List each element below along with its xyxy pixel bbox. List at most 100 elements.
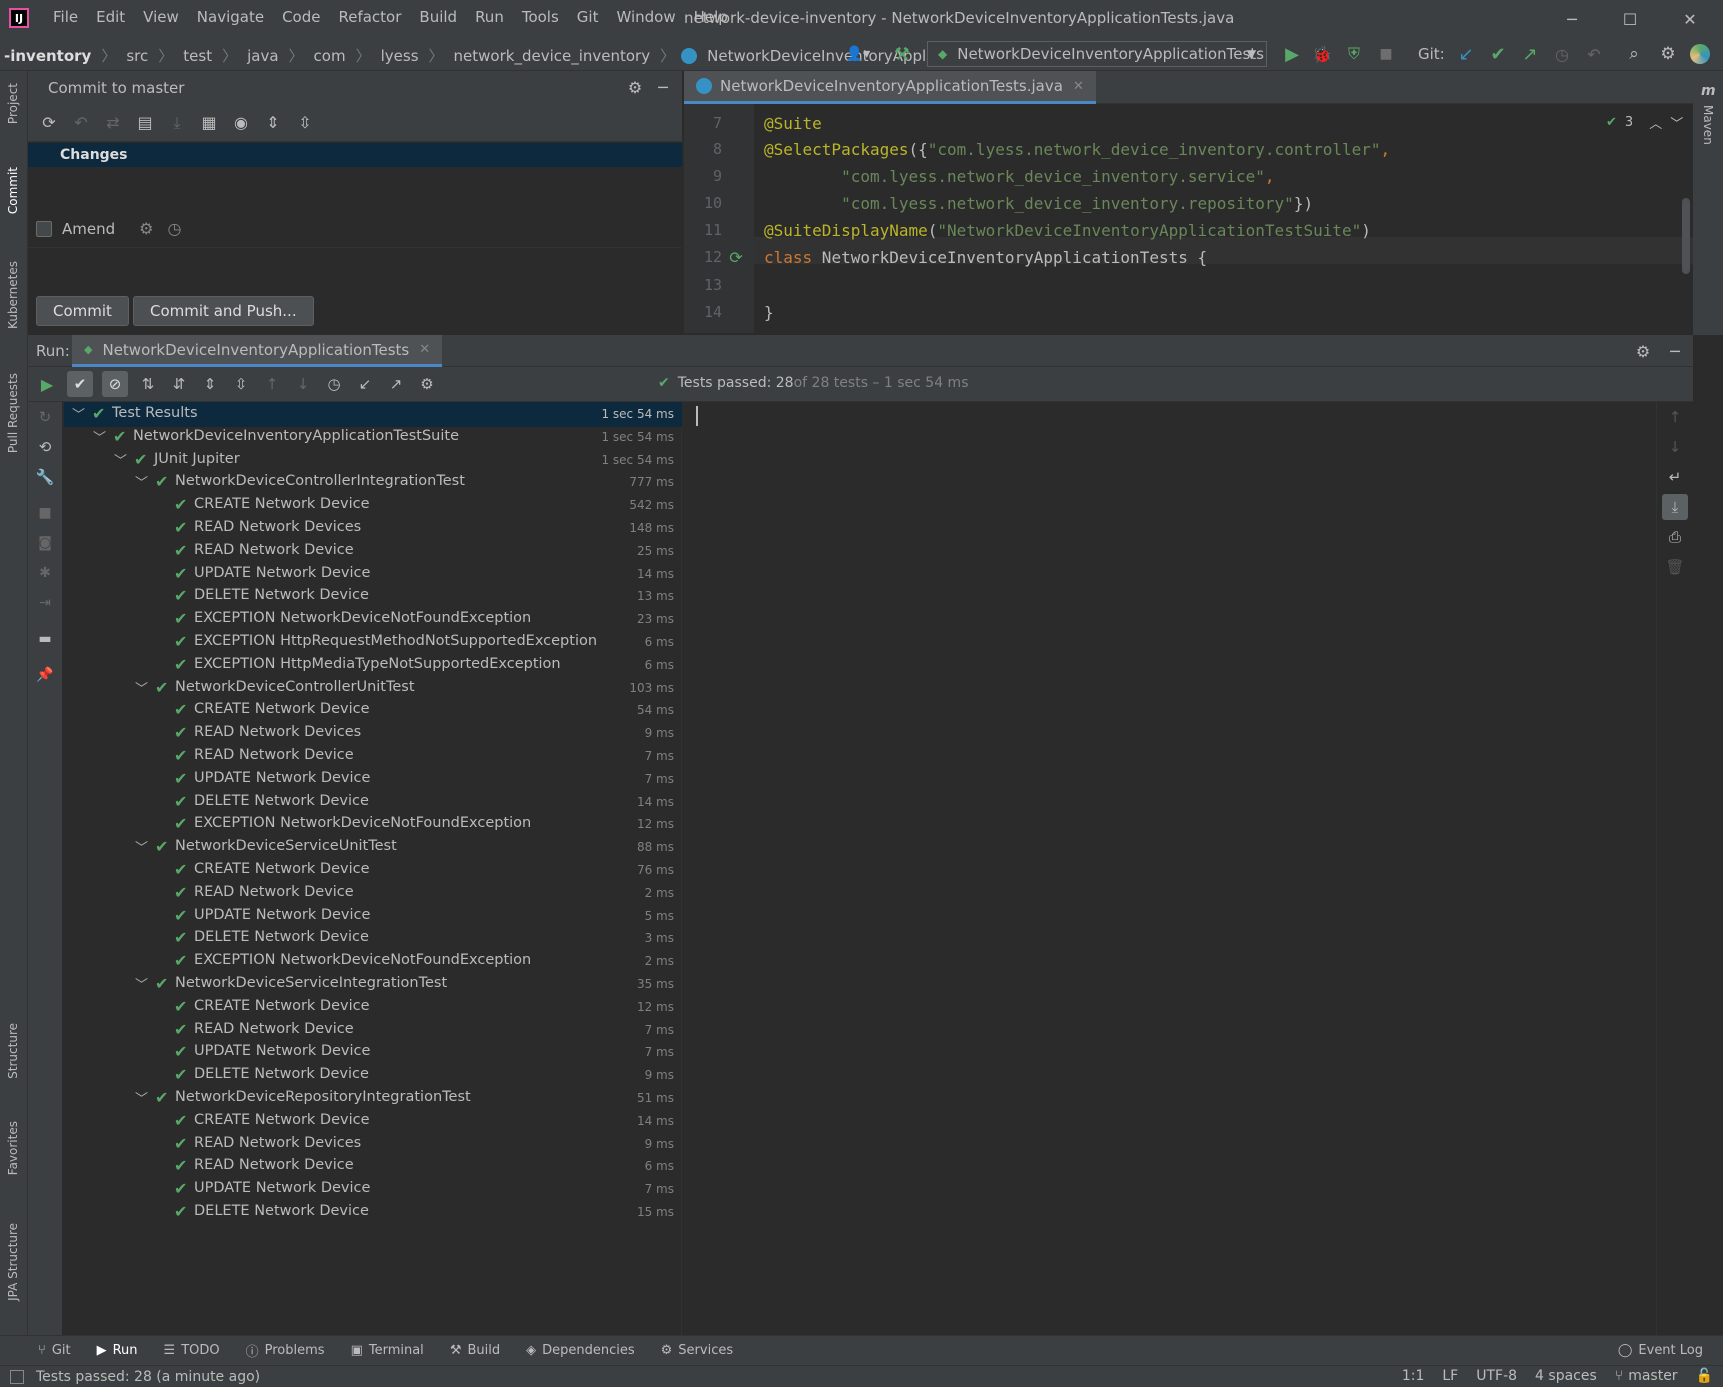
expand-all-icon[interactable]: ⇕ — [199, 375, 221, 393]
wrench-icon[interactable]: 🔧 — [34, 466, 56, 488]
test-case-row[interactable]: ✔ UPDATE Network Device 5 ms — [64, 904, 682, 929]
tool-kubernetes[interactable]: Kubernetes — [6, 261, 20, 329]
tool-dependencies[interactable]: ◈ Dependencies — [526, 1343, 635, 1358]
tool-commit[interactable]: Commit — [6, 167, 20, 214]
pin-icon[interactable]: 📌 — [34, 664, 56, 686]
test-suite-node[interactable]: ﹀ ✔ NetworkDeviceControllerIntegrationTest… — [64, 470, 682, 495]
test-case-row[interactable]: ✔ UPDATE Network Device 7 ms — [64, 767, 682, 792]
commit-options-gear-icon[interactable]: ⚙ — [139, 219, 153, 238]
test-case-row[interactable]: ✔ EXCEPTION HttpRequestMethodNotSupported… — [64, 630, 682, 655]
test-case-row[interactable]: ✔ READ Network Devices 148 ms — [64, 516, 682, 541]
amend-checkbox[interactable] — [36, 220, 52, 237]
test-case-row[interactable]: ✔ EXCEPTION NetworkDeviceNotFoundExceptio… — [64, 949, 682, 974]
menu-tools[interactable]: Tools — [513, 8, 568, 26]
git-history-icon[interactable]: ◷ — [1550, 42, 1574, 66]
test-case-row[interactable]: ✔ CREATE Network Device 12 ms — [64, 995, 682, 1020]
tool-build[interactable]: ⚒ Build — [450, 1343, 500, 1358]
show-passed-icon[interactable]: ✔ — [67, 371, 93, 397]
test-case-row[interactable]: ✔ UPDATE Network Device 14 ms — [64, 562, 682, 587]
test-case-row[interactable]: ✔ READ Network Device 7 ms — [64, 1018, 682, 1043]
test-suite-node[interactable]: ﹀ ✔ NetworkDeviceServiceIntegrationTest 35 … — [64, 972, 682, 997]
chevron-down-icon[interactable]: ﹀ — [72, 404, 85, 423]
chevron-down-icon[interactable]: ﹀ — [114, 450, 127, 469]
menu-file[interactable]: File — [44, 8, 87, 26]
test-suite-node[interactable]: ﹀ ✔ NetworkDeviceControllerUnitTest 103 ms — [64, 676, 682, 701]
show-ignored-icon[interactable]: ⊘ — [102, 371, 128, 397]
collapse-all-icon[interactable]: ⇳ — [230, 375, 252, 393]
menu-window[interactable]: Window — [607, 8, 684, 26]
test-case-row[interactable]: ✔ UPDATE Network Device 7 ms — [64, 1040, 682, 1065]
test-case-row[interactable]: ✔ DELETE Network Device 14 ms — [64, 790, 682, 815]
gear-icon[interactable]: ⚙ — [416, 375, 438, 393]
import-tests-icon[interactable]: ↙ — [354, 375, 376, 393]
maximize-icon[interactable]: ☐ — [1610, 6, 1650, 32]
test-case-row[interactable]: ✔ READ Network Device 7 ms — [64, 744, 682, 769]
menu-run[interactable]: Run — [466, 8, 513, 26]
rollback-icon[interactable]: ↶ — [70, 113, 92, 132]
test-case-row[interactable]: ✔ CREATE Network Device 542 ms — [64, 493, 682, 518]
test-case-row[interactable]: ✔ READ Network Devices 9 ms — [64, 721, 682, 746]
debug-icon[interactable]: 🐞 — [1310, 42, 1334, 66]
user-dropdown-icon[interactable]: 👤▾ — [840, 43, 876, 65]
build-hammer-icon[interactable]: ⚒ — [890, 43, 914, 65]
close-tab-icon[interactable]: ✕ — [419, 342, 430, 357]
eye-icon[interactable]: ◉ — [230, 113, 252, 132]
minimize-icon[interactable]: ─ — [1552, 6, 1592, 32]
file-encoding[interactable]: UTF-8 — [1476, 1368, 1517, 1384]
hide-panel-icon[interactable]: ─ — [1664, 340, 1686, 362]
changes-node[interactable]: Changes — [28, 143, 682, 167]
test-suite-node[interactable]: ﹀ ✔ NetworkDeviceInventoryApplicationTestS… — [64, 425, 682, 450]
test-case-row[interactable]: ✔ CREATE Network Device 14 ms — [64, 1109, 682, 1134]
code-with-me-icon[interactable] — [1690, 44, 1710, 64]
gear-icon[interactable]: ⚙ — [624, 76, 646, 98]
test-case-row[interactable]: ✔ UPDATE Network Device 7 ms — [64, 1177, 682, 1202]
test-case-row[interactable]: ✔ DELETE Network Device 9 ms — [64, 1063, 682, 1088]
menu-git[interactable]: Git — [568, 8, 608, 26]
search-icon[interactable]: ⌕ — [1622, 42, 1646, 66]
coverage-icon[interactable]: ⛨ — [1342, 42, 1366, 66]
exit-icon[interactable]: ⇥ — [34, 592, 56, 614]
test-case-row[interactable]: ✔ DELETE Network Device 3 ms — [64, 926, 682, 951]
git-branch-widget[interactable]: ⑂ master — [1615, 1368, 1678, 1384]
run-icon[interactable]: ▶ — [1280, 42, 1304, 66]
menu-edit[interactable]: Edit — [87, 8, 134, 26]
menu-refactor[interactable]: Refactor — [329, 8, 410, 26]
tool-problems[interactable]: ⓘ Problems — [246, 1341, 325, 1360]
status-message[interactable]: Tests passed: 28 (a minute ago) — [36, 1369, 260, 1385]
caret-position[interactable]: 1:1 — [1402, 1368, 1425, 1384]
stop-icon[interactable]: ■ — [1374, 42, 1398, 66]
code-area[interactable]: @Suite @SelectPackages({"com.lyess.netwo… — [684, 104, 1693, 333]
inspection-widget[interactable]: ✔ 3 ︿ ﹀ — [1606, 113, 1683, 132]
test-case-row[interactable]: ✔ EXCEPTION NetworkDeviceNotFoundExceptio… — [64, 607, 682, 632]
toggle-tool-windows-icon[interactable] — [10, 1369, 24, 1384]
layout-icon[interactable]: ▬ — [34, 628, 56, 650]
test-suite-node[interactable]: ﹀ ✔ NetworkDeviceRepositoryIntegrationTest… — [64, 1086, 682, 1111]
test-console-output[interactable] — [684, 402, 1685, 1335]
line-separator[interactable]: LF — [1442, 1368, 1458, 1384]
test-case-row[interactable]: ✔ READ Network Device 2 ms — [64, 881, 682, 906]
test-case-row[interactable]: ✔ READ Network Device 6 ms — [64, 1154, 682, 1179]
git-update-icon[interactable]: ↙ — [1454, 42, 1478, 66]
debug-icon[interactable]: ✱ — [34, 562, 56, 584]
tool-services[interactable]: ⚙ Services — [661, 1343, 733, 1358]
menu-code[interactable]: Code — [273, 8, 329, 26]
chevron-down-icon[interactable]: ﹀ — [1670, 113, 1683, 132]
tool-git[interactable]: ⑂ Git — [38, 1343, 71, 1358]
chevron-down-icon[interactable]: ﹀ — [135, 974, 148, 993]
run-tab[interactable]: ◆ NetworkDeviceInventoryApplicationTests… — [72, 335, 443, 367]
test-case-row[interactable]: ✔ DELETE Network Device 13 ms — [64, 584, 682, 609]
commit-history-icon[interactable]: ◷ — [167, 219, 181, 238]
git-commit-icon[interactable]: ✔ — [1486, 42, 1510, 66]
test-results-root[interactable]: ﹀ ✔ Test Results 1 sec 54 ms — [64, 402, 682, 427]
tool-run[interactable]: ▶ Run — [97, 1343, 138, 1358]
hide-panel-icon[interactable]: ─ — [652, 76, 674, 98]
tool-terminal[interactable]: ▣ Terminal — [351, 1343, 424, 1358]
trash-icon[interactable]: 🗑 — [1664, 556, 1686, 578]
run-configuration-select[interactable]: ◆ NetworkDeviceInventoryApplicationTests… — [927, 41, 1267, 67]
breadcrumb-java[interactable]: java — [243, 47, 282, 65]
indent-setting[interactable]: 4 spaces — [1535, 1368, 1597, 1384]
menu-view[interactable]: View — [134, 8, 188, 26]
sort-duration-icon[interactable]: ⇵ — [168, 375, 190, 393]
chevron-up-icon[interactable]: ︿ — [1649, 113, 1662, 132]
test-case-row[interactable]: ✔ EXCEPTION HttpMediaTypeNotSupportedExce… — [64, 653, 682, 678]
